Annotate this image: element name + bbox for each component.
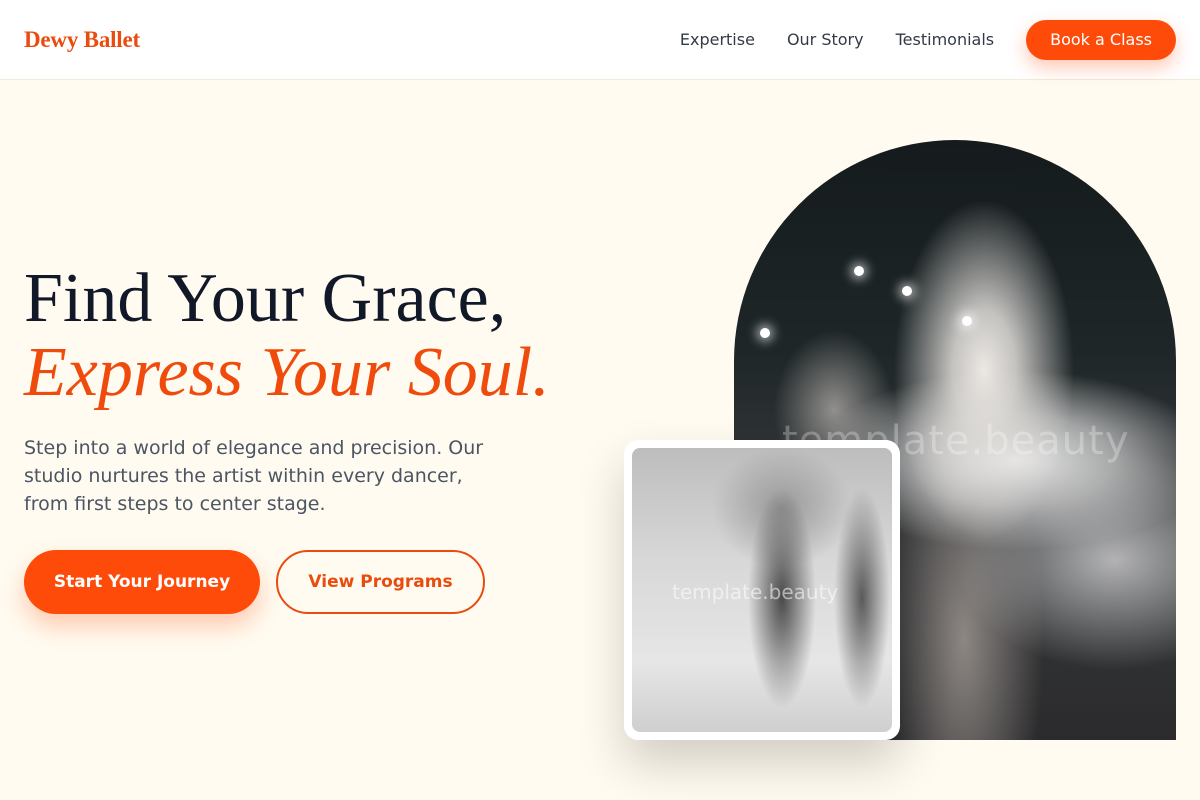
nav-link-testimonials[interactable]: Testimonials (896, 30, 995, 49)
stage-light (962, 316, 972, 326)
inset-photo-card: template.beauty (624, 440, 900, 740)
nav-link-expertise[interactable]: Expertise (680, 30, 755, 49)
brand-logo[interactable]: Dewy Ballet (24, 27, 140, 53)
stage-light (760, 328, 770, 338)
stage-light (902, 286, 912, 296)
nav-link-our-story[interactable]: Our Story (787, 30, 864, 49)
view-programs-button[interactable]: View Programs (276, 550, 485, 614)
photo-watermark: template.beauty (672, 580, 839, 604)
hero-title: Find Your Grace, Express Your Soul. (24, 262, 550, 410)
start-journey-button[interactable]: Start Your Journey (24, 550, 260, 614)
hero-title-line2: Express Your Soul. (24, 334, 550, 411)
hero-description: Step into a world of elegance and precis… (24, 437, 484, 515)
main-nav: Expertise Our Story Testimonials Book a … (648, 19, 1176, 60)
book-class-button[interactable]: Book a Class (1026, 19, 1176, 60)
stage-light (854, 266, 864, 276)
site-header: Dewy Ballet Expertise Our Story Testimon… (0, 0, 1200, 80)
pointe-shoes-photo: template.beauty (632, 448, 892, 732)
hero-title-line1: Find Your Grace, (24, 260, 507, 337)
